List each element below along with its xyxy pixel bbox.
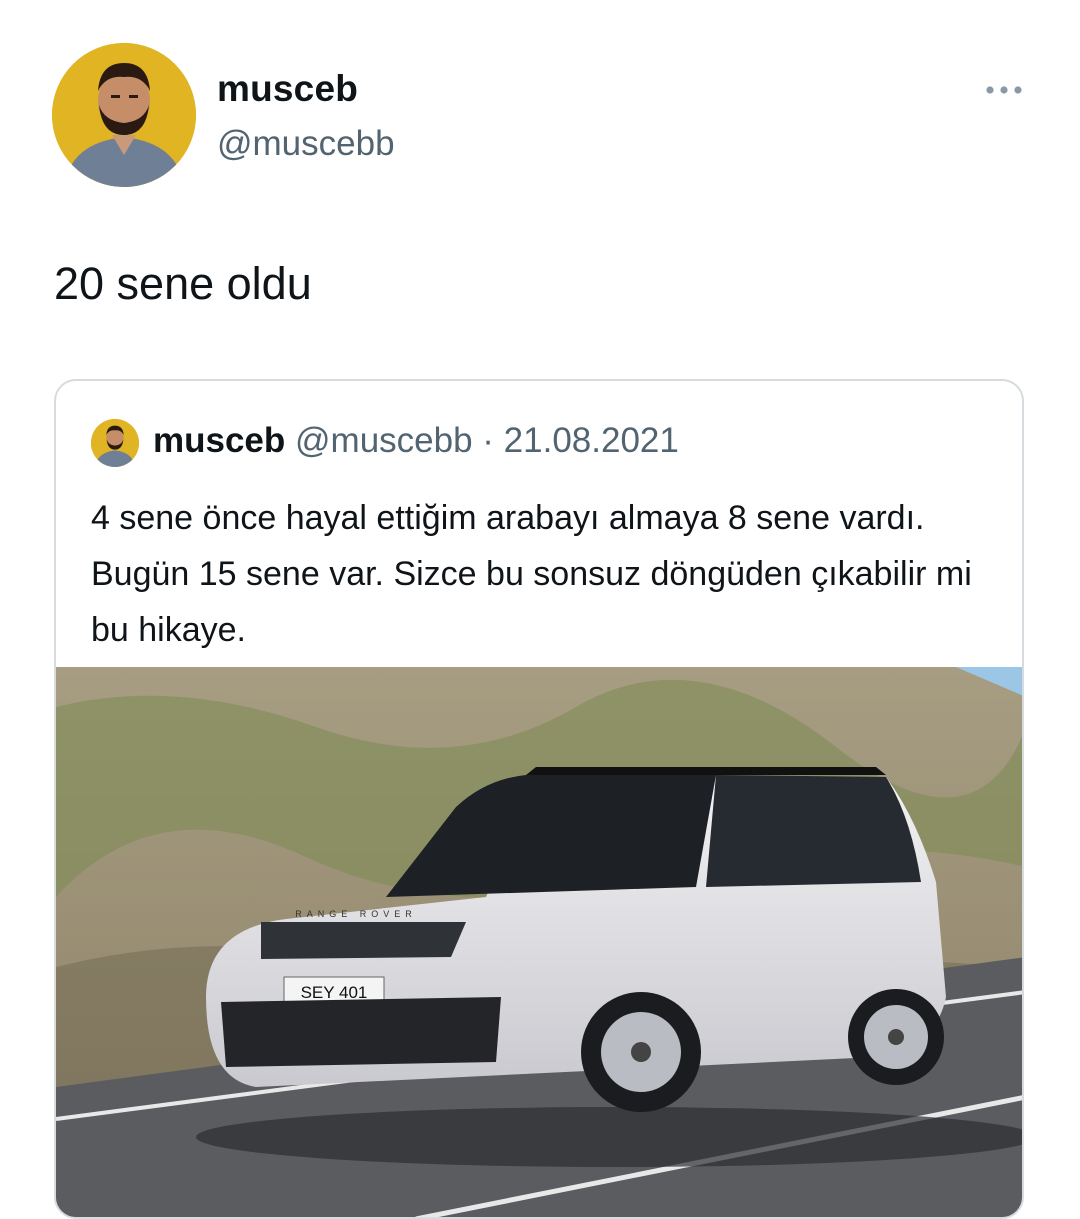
author-display-name[interactable]: musceb bbox=[217, 68, 358, 110]
tweet-text: 20 sene oldu bbox=[54, 258, 312, 309]
quoted-tweet-header: musceb @muscebb · 21.08.2021 bbox=[153, 421, 679, 461]
hood-badge-text: RANGE ROVER bbox=[295, 909, 417, 919]
license-plate-text: SEY 401 bbox=[301, 983, 368, 1002]
quoted-author-name[interactable]: musceb bbox=[153, 421, 285, 460]
quoted-tweet-card[interactable]: musceb @muscebb · 21.08.2021 4 sene önce… bbox=[54, 379, 1024, 1219]
more-options-icon[interactable] bbox=[982, 82, 1026, 98]
quoted-author-handle[interactable]: @muscebb bbox=[295, 421, 473, 460]
author-handle[interactable]: @muscebb bbox=[217, 124, 395, 164]
quoted-author-avatar[interactable] bbox=[91, 419, 139, 467]
quoted-avatar-portrait bbox=[91, 419, 139, 467]
author-avatar[interactable] bbox=[52, 43, 196, 187]
header-separator: · bbox=[472, 421, 504, 460]
avatar-portrait bbox=[52, 43, 196, 187]
quoted-tweet-date[interactable]: 21.08.2021 bbox=[504, 421, 679, 460]
car-photo: SEY 401 RANGE ROVER bbox=[56, 667, 1022, 1217]
quoted-tweet-image[interactable]: SEY 401 RANGE ROVER bbox=[56, 667, 1022, 1217]
quoted-tweet-text: 4 sene önce hayal ettiğim arabayı almaya… bbox=[91, 499, 972, 649]
